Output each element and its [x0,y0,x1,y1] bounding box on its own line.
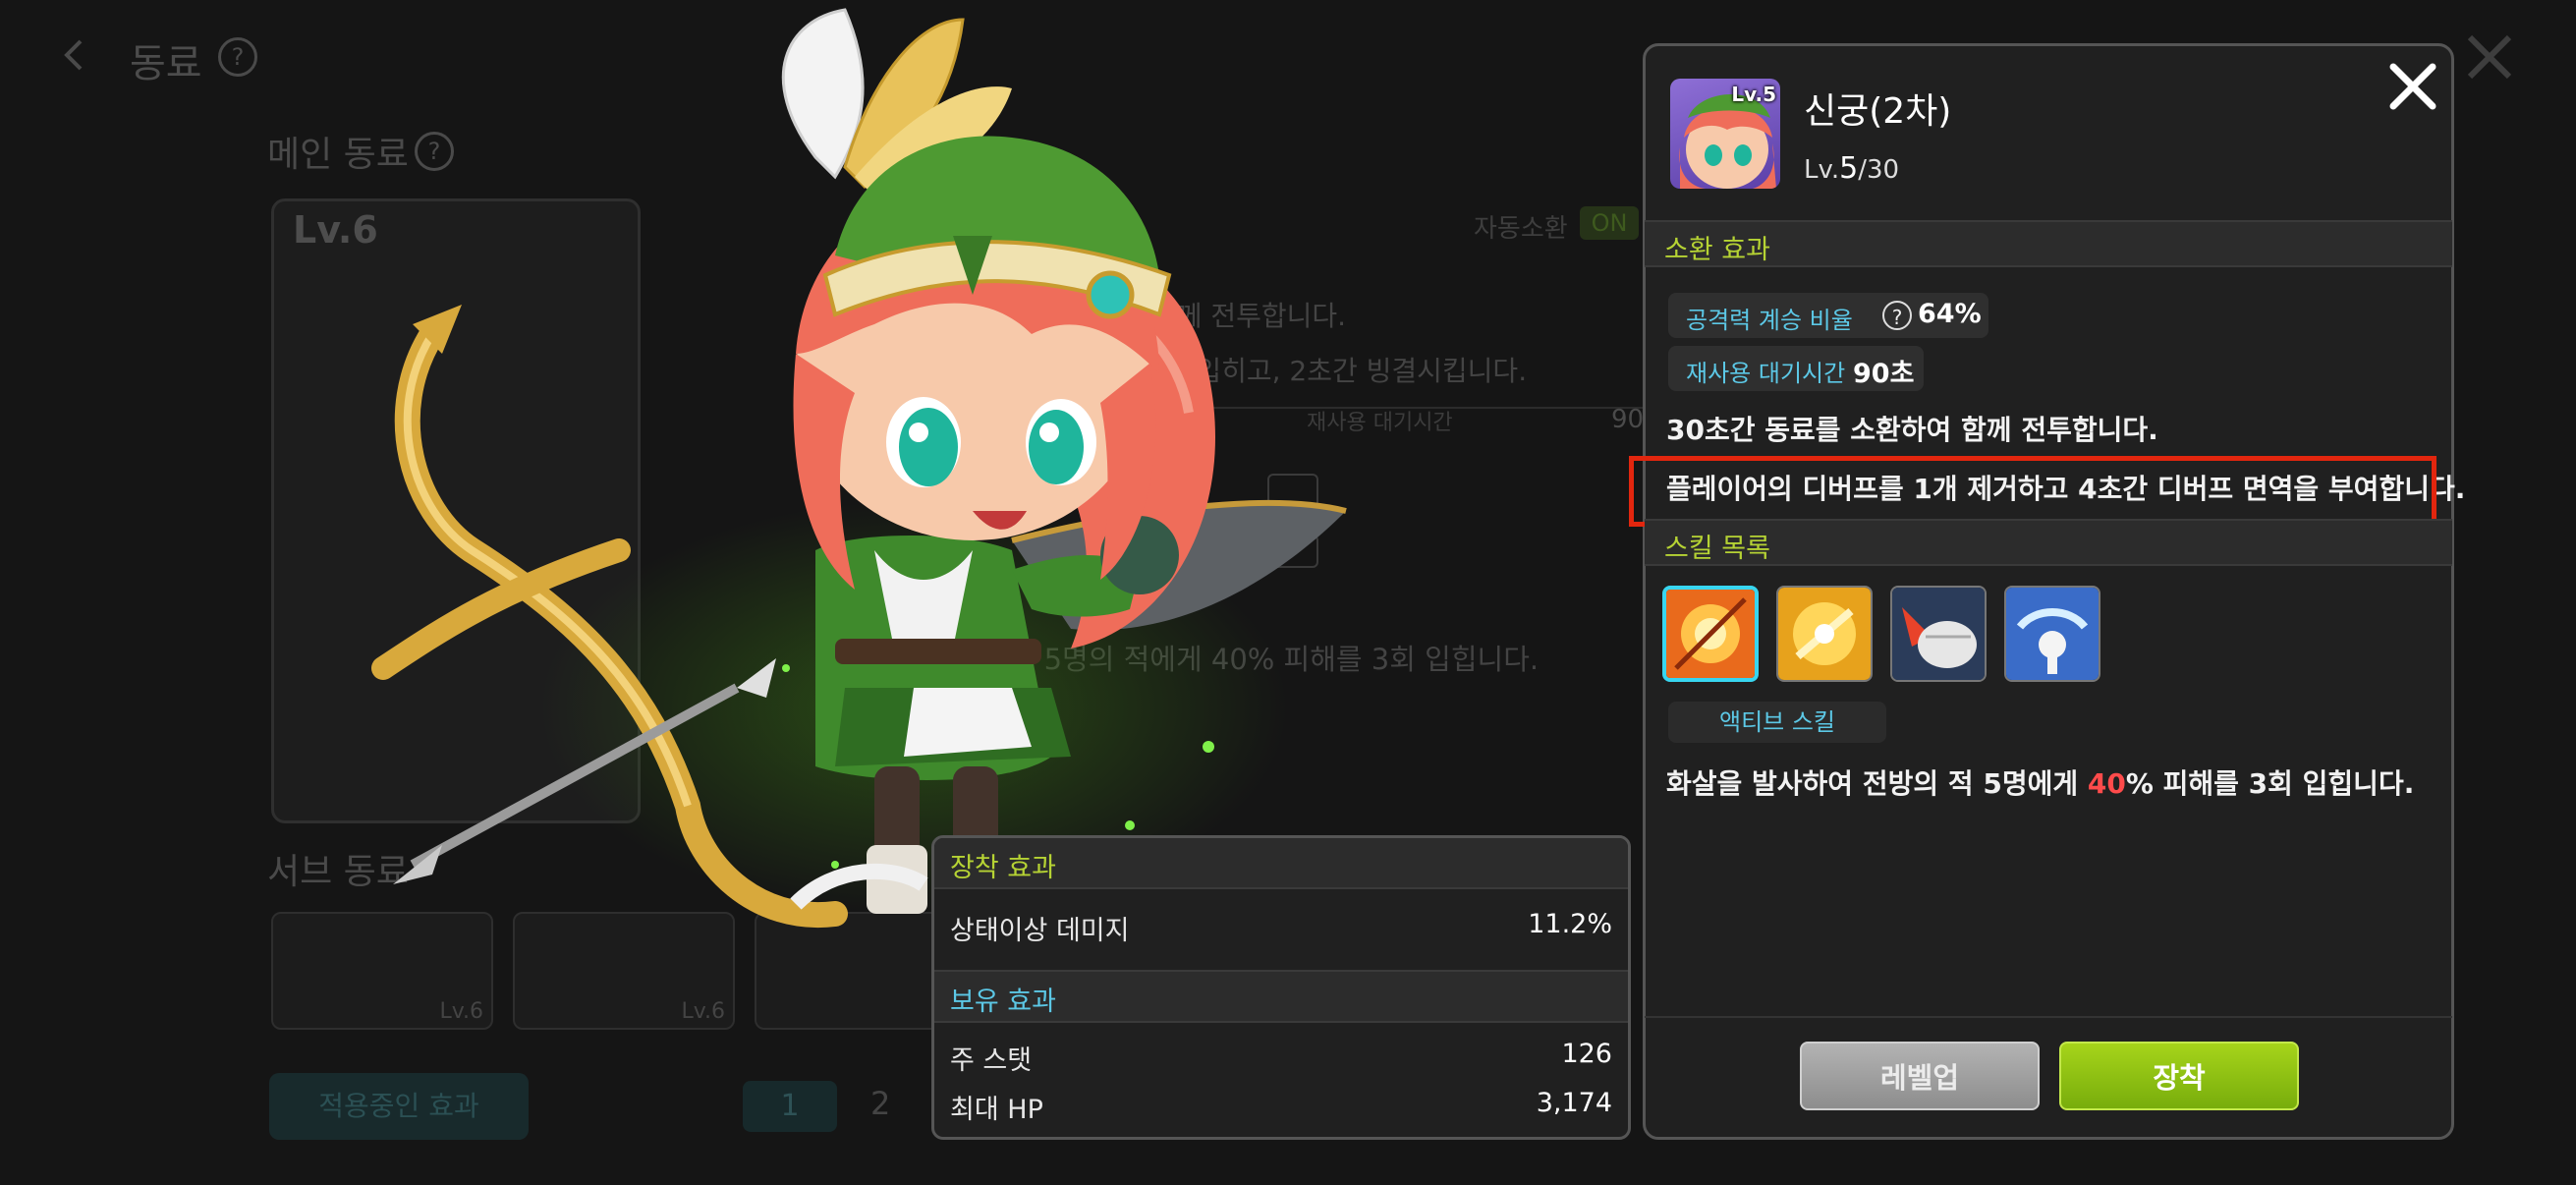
stat-value: 3,174 [1536,1088,1612,1118]
cooldown-stat: 재사용 대기시간 90초 [1668,346,1924,391]
level-prefix: Lv. [1804,155,1840,185]
faded-text-4: 90 [1611,405,1645,434]
skill-description: 화살을 발사하여 전방의 적 5명에게 40% 피해를 3회 입힙니다. [1666,762,2414,802]
levelup-button[interactable]: 레벨업 [1800,1042,2040,1110]
attack-ratio-stat: 공격력 계승 비율 ? 64% [1668,293,1988,338]
fist-skill-icon[interactable] [1890,586,1987,682]
auto-summon-label: 자동소환 [1474,214,1568,244]
cooldown-value: 90초 [1853,359,1915,389]
page-2-button[interactable]: 2 [870,1085,890,1122]
equip-button[interactable]: 장착 [2059,1042,2299,1110]
skill-desc-percent: 40 [2087,767,2126,800]
stat-label: 최대 HP [950,1095,1043,1125]
portrait-level-badge: Lv.5 [1731,83,1776,106]
auto-summon-toggle[interactable]: ON [1580,206,1639,240]
cooldown-label: 재사용 대기시간 [1686,360,1846,387]
help-icon[interactable]: ? [1882,301,1912,330]
highlight-annotation-box [1629,456,2436,527]
close-icon[interactable] [2462,29,2517,85]
sub-card-level: Lv.6 [681,999,725,1024]
page-title: 동료 [130,41,202,86]
skill-list-title: 스킬 목록 [1664,534,1770,564]
companion-level: Lv.5/30 [1804,151,1899,186]
back-arrow-icon[interactable] [57,37,92,73]
owned-effect-header: 보유 효과 [934,970,1628,1023]
summon-effect-header: 소환 효과 [1645,220,2452,267]
stat-value: 126 [1561,1039,1612,1069]
companion-portrait: Lv.5 [1670,79,1780,189]
sub-card-level: Lv.6 [439,999,483,1024]
skill-desc-text: % 피해를 3회 입힙니다. [2125,767,2415,800]
blue-shield-skill-icon[interactable] [2004,586,2100,682]
fire-arrow-skill-icon[interactable] [1662,586,1759,682]
golden-arrow-skill-icon[interactable] [1776,586,1873,682]
attack-ratio-label: 공격력 계승 비율 [1686,307,1853,334]
skill-desc-text: 화살을 발사하여 전방의 적 5명에게 [1666,767,2088,800]
equip-effect-title: 장착 효과 [950,853,1056,883]
level-max: /30 [1858,155,1900,185]
divider [1645,1016,2452,1018]
skill-type-tag: 액티브 스킬 [1668,702,1886,743]
effect-summary-box: 장착 효과 상태이상 데미지 11.2% 보유 효과 주 스탯 126 최대 H… [931,835,1631,1140]
equip-effect-row: 상태이상 데미지 11.2% [950,909,1612,947]
summon-effect-title: 소환 효과 [1664,235,1770,265]
owned-effect-row: 최대 HP 3,174 [950,1088,1612,1126]
owned-effect-title: 보유 효과 [950,987,1056,1017]
page-1-button[interactable]: 1 [743,1081,837,1132]
skill-list-header: 스킬 목록 [1645,519,2452,566]
attack-ratio-value: 64% [1918,299,1982,329]
equip-effect-header: 장착 효과 [934,838,1628,889]
close-icon[interactable] [2385,59,2440,114]
title-help-icon[interactable]: ? [218,37,257,77]
owned-effect-row: 주 스탯 126 [950,1039,1612,1077]
level-current: 5 [1839,151,1859,186]
stat-label: 주 스탯 [950,1045,1033,1076]
stat-label: 상태이상 데미지 [950,916,1130,946]
companion-name: 신궁(2차) [1804,91,1952,132]
applied-effects-button[interactable]: 적용중인 효과 [269,1073,529,1140]
stat-value: 11.2% [1528,909,1612,939]
summon-description-1: 30초간 동료를 소환하여 함께 전투합니다. [1666,414,2158,446]
